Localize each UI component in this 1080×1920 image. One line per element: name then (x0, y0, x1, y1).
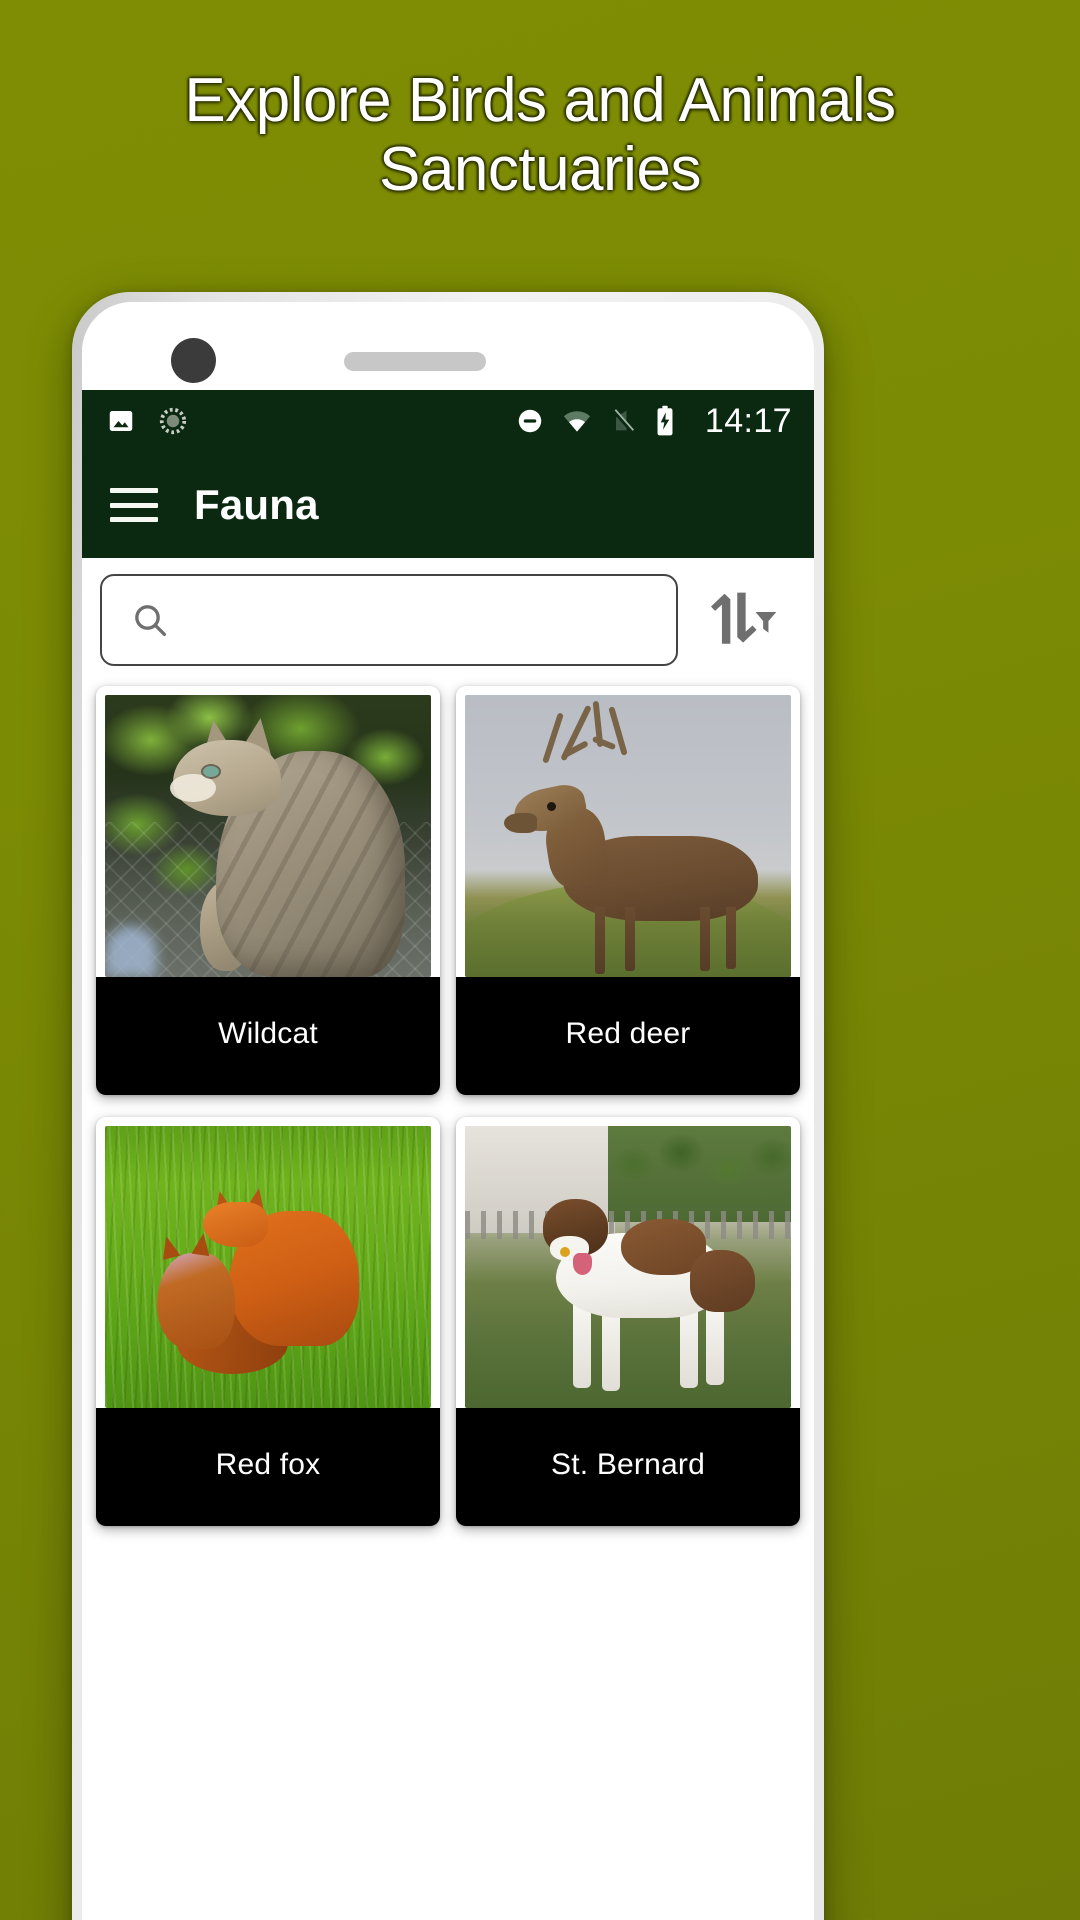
app-screen: 14:17 Fauna Wildcat Red deer Red fox St.… (82, 390, 814, 1920)
battery-charging-icon (653, 405, 677, 437)
red-deer-photo (465, 695, 791, 977)
animal-card-label: St. Bernard (456, 1408, 800, 1526)
st-bernard-photo (465, 1126, 791, 1408)
phone-screen-bezel: 14:17 Fauna Wildcat Red deer Red fox St.… (82, 302, 814, 1920)
sort-filter-icon (705, 589, 779, 651)
wildcat-photo (105, 695, 431, 977)
animal-grid: Wildcat Red deer Red fox St. Bernard (82, 680, 814, 1526)
hamburger-menu-icon[interactable] (110, 488, 158, 522)
animal-card-label: Red deer (456, 977, 800, 1095)
animal-card[interactable]: St. Bernard (456, 1117, 800, 1526)
search-icon (130, 600, 170, 640)
search-input[interactable] (186, 603, 648, 637)
phone-top-bezel (82, 302, 814, 390)
animal-card-label: Wildcat (96, 977, 440, 1095)
page-title: Explore Birds and Animals Sanctuaries (184, 66, 896, 205)
do-not-disturb-icon (515, 406, 545, 436)
status-bar-left-icons (106, 406, 188, 436)
animal-card[interactable]: Red deer (456, 686, 800, 1095)
status-bar: 14:17 (82, 390, 814, 452)
sort-filter-button[interactable] (688, 574, 796, 666)
status-bar-clock: 14:17 (704, 402, 792, 440)
app-bar: Fauna (82, 452, 814, 558)
image-icon (106, 406, 136, 436)
front-camera-icon (171, 338, 216, 383)
red-fox-photo (105, 1126, 431, 1408)
animal-card[interactable]: Wildcat (96, 686, 440, 1095)
animal-card-label: Red fox (96, 1408, 440, 1526)
phone-mockup: 14:17 Fauna Wildcat Red deer Red fox St.… (72, 292, 824, 1920)
wifi-icon (561, 406, 593, 436)
status-bar-right-icons: 14:17 (515, 404, 792, 438)
app-bar-title: Fauna (194, 481, 319, 528)
signal-off-icon (609, 406, 637, 436)
search-field[interactable] (100, 574, 678, 666)
sync-spinner-icon (158, 406, 188, 436)
search-row (82, 558, 814, 680)
earpiece-speaker (344, 352, 486, 371)
animal-card[interactable]: Red fox (96, 1117, 440, 1526)
